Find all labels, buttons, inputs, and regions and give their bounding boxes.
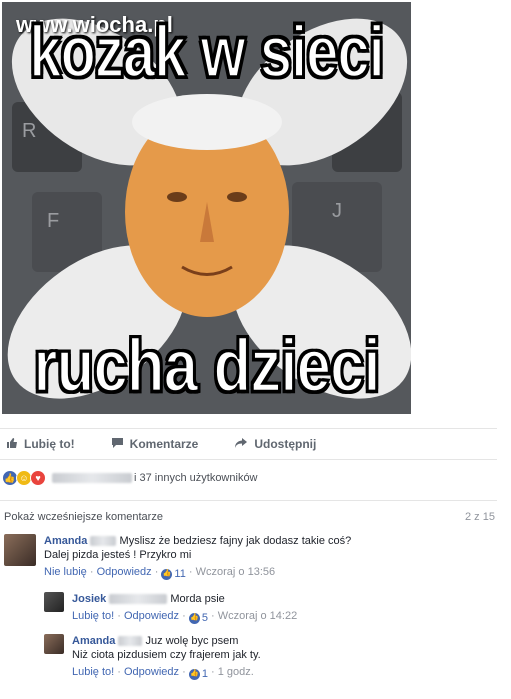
comment-time[interactable]: Wczoraj o 14:22 <box>218 610 297 622</box>
comment-likes[interactable]: 👍 1 <box>188 667 208 681</box>
share-button[interactable]: Udostępnij <box>234 437 316 452</box>
comment-reply-link[interactable]: Odpowiedz <box>124 666 179 678</box>
comment-meta: Nie lubię · Odpowiedz · 👍 11 · Wczoraj o … <box>44 566 276 581</box>
comments-count: 2 z 15 <box>465 511 495 523</box>
svg-text:R: R <box>22 120 36 142</box>
comment-text: Morda psie <box>170 593 225 605</box>
meme-bottom-text: rucha dzieci <box>32 324 381 409</box>
blurred-surname <box>118 636 143 647</box>
thumbs-up-icon <box>6 437 18 452</box>
share-label: Udostępnij <box>254 437 317 451</box>
divider <box>0 500 497 501</box>
commenter-name[interactable]: Amanda <box>72 635 115 647</box>
like-count-icon: 👍 <box>161 568 173 580</box>
commenter-name[interactable]: Josiek <box>72 593 106 605</box>
blurred-surname <box>109 594 168 605</box>
svg-text:J: J <box>332 200 342 222</box>
like-label: Lubię to! <box>24 437 75 451</box>
like-button[interactable]: Lubię to! <box>6 437 75 452</box>
avatar[interactable] <box>44 634 64 654</box>
comment-meta: Lubię to! · Odpowiedz · 👍 5 · Wczoraj o 1… <box>72 610 298 625</box>
comment-reply-link[interactable]: Odpowiedz <box>124 610 179 622</box>
comment-like-link[interactable]: Lubię to! <box>72 610 114 622</box>
reply-item: Amanda Juz wolę byc psem Niż ciota pizdu… <box>44 634 261 681</box>
comment-like-link[interactable]: Nie lubię <box>44 566 87 578</box>
comment-like-link[interactable]: Lubię to! <box>72 666 114 678</box>
comment-text-line2: Niż ciota pizdusiem czy frajerem jak ty. <box>72 649 261 661</box>
commenter-name[interactable]: Amanda <box>44 535 87 547</box>
comment-likes[interactable]: 👍 5 <box>188 611 208 625</box>
reply-item: Josiek Morda psie Lubię to! · Odpowiedz … <box>44 592 297 625</box>
comment-icon <box>111 437 124 452</box>
comment-text-line2: Dalej pizda jesteś ! Przykro mi <box>44 549 192 561</box>
comment-text: Juz wolę byc psem <box>145 635 239 647</box>
show-previous-comments-link[interactable]: Pokaż wcześniejsze komentarze <box>4 511 163 523</box>
meme-top-text: kozak w sieci <box>28 10 386 94</box>
like-count-icon: 👍 <box>188 668 200 680</box>
comment-reply-link[interactable]: Odpowiedz <box>97 566 152 578</box>
comment-meta: Lubię to! · Odpowiedz · 👍 1 · 1 godz. <box>72 666 254 681</box>
like-count-icon: 👍 <box>188 612 200 624</box>
love-reaction-icon: ♥ <box>30 470 46 486</box>
avatar[interactable] <box>44 592 64 612</box>
post-image[interactable]: R F J www.wiocha.pl kozak w sieci rucha … <box>2 2 411 414</box>
svg-text:F: F <box>47 210 59 232</box>
reactions-count-text: i 37 innych użytkowników <box>134 472 258 484</box>
comment-button[interactable]: Komentarze <box>111 437 199 452</box>
reactions-summary[interactable]: 👍 ☺ ♥ i 37 innych użytkowników <box>2 470 258 486</box>
comment-likes[interactable]: 👍 11 <box>161 567 186 581</box>
blurred-surname <box>90 536 117 547</box>
comment-text: Myslisz że bedziesz fajny jak dodasz tak… <box>119 535 352 547</box>
comment-time[interactable]: Wczoraj o 13:56 <box>196 566 275 578</box>
blurred-names <box>52 473 132 483</box>
share-icon <box>234 437 248 452</box>
comment-item: Amanda Myslisz że bedziesz fajny jak dod… <box>4 534 351 581</box>
avatar[interactable] <box>4 534 36 566</box>
comment-label: Komentarze <box>129 437 199 451</box>
post-actions-bar: Lubię to! Komentarze Udostępnij <box>0 428 497 460</box>
comment-time[interactable]: 1 godz. <box>218 666 254 678</box>
